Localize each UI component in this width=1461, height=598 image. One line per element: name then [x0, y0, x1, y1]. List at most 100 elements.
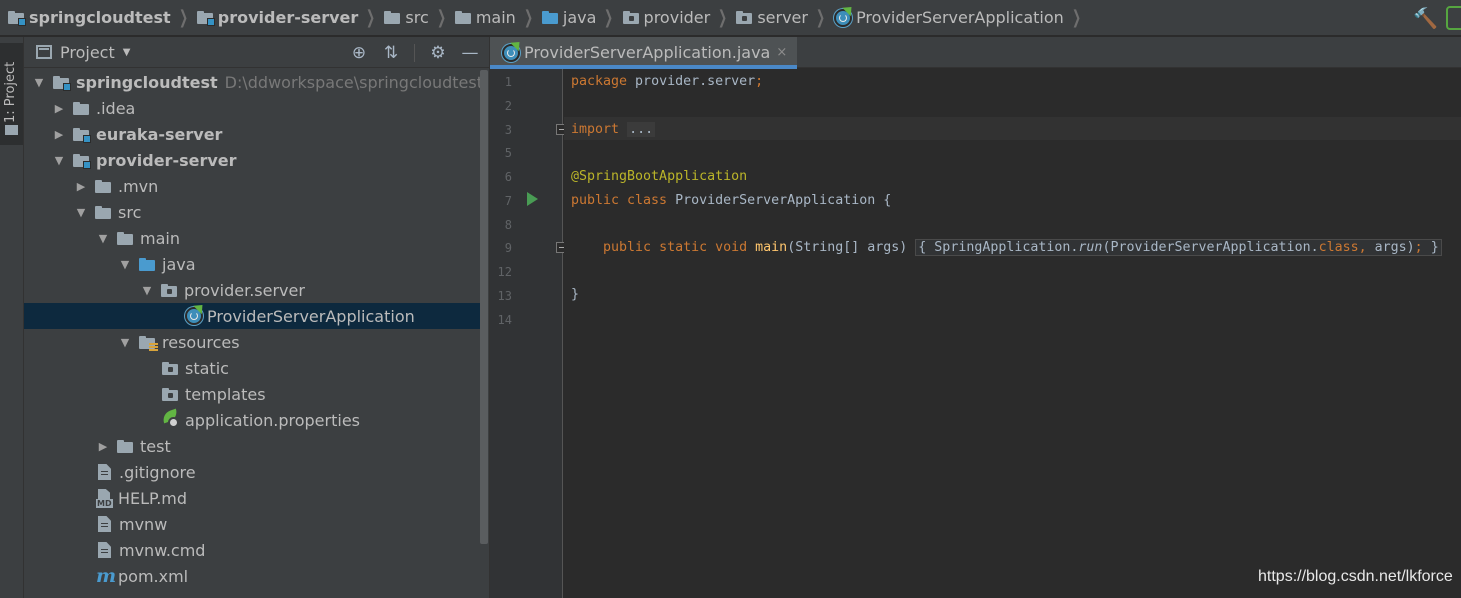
expand-arrow-icon[interactable]: ▶ [96, 440, 110, 453]
tree-item-label: mvnw [119, 514, 168, 534]
tree-item-label: java [162, 254, 196, 274]
breadcrumb-server[interactable]: server ❯ [736, 0, 834, 35]
tree-item-path: D:\ddworkspace\springcloudtest [224, 72, 483, 92]
expand-arrow-icon[interactable]: ▼ [74, 206, 88, 219]
breadcrumb-label: src [405, 8, 429, 27]
folder-icon [454, 11, 471, 24]
spring-boot-class-icon [185, 307, 203, 325]
tree-item-pom-xml[interactable]: m pom.xml [24, 563, 488, 589]
tree-item-label: provider.server [184, 280, 305, 300]
spring-properties-icon [160, 408, 182, 429]
folder-icon [95, 205, 111, 219]
expand-arrow-icon[interactable]: ▼ [52, 154, 66, 167]
code-editor[interactable]: package provider.server; import ... @Spr… [564, 69, 1461, 598]
breadcrumb-label: java [562, 8, 597, 27]
project-panel-title[interactable]: Project [60, 43, 115, 62]
tree-item-label: .mvn [118, 176, 159, 196]
breadcrumb-springcloudtest[interactable]: springcloudtest ❯ [8, 0, 197, 35]
tree-item-provider-server[interactable]: ▼ provider-server [24, 147, 488, 173]
tree-item-label: ProviderServerApplication [207, 306, 415, 326]
tree-item-main[interactable]: ▼ main [24, 225, 488, 251]
tree-item-static[interactable]: static [24, 355, 488, 381]
navigation-bar: springcloudtest ❯ provider-server ❯ src … [0, 0, 1461, 36]
module-folder-icon [196, 11, 215, 26]
tree-item-provider-server-package[interactable]: ▼ provider.server [24, 277, 488, 303]
tree-item-resources[interactable]: ▼ resources [24, 329, 488, 355]
tree-item-src[interactable]: ▼ src [24, 199, 488, 225]
close-icon[interactable]: × [776, 45, 787, 60]
hide-panel-icon[interactable]: — [461, 44, 479, 62]
locate-file-icon[interactable]: ⊕ [350, 44, 368, 62]
tree-item-label: springcloudtest [76, 72, 218, 92]
project-window-icon [36, 45, 52, 59]
line-number: 14 [497, 313, 512, 327]
tool-window-stripe: 1: Project [0, 37, 24, 598]
package-icon [161, 283, 177, 297]
breadcrumb-provider[interactable]: provider ❯ [622, 0, 737, 35]
tree-item-label: resources [162, 332, 240, 352]
breadcrumb-label: provider-server [217, 8, 359, 27]
markdown-file-icon: MD [96, 489, 114, 508]
tree-item-label: pom.xml [118, 566, 189, 586]
folder-icon [95, 179, 111, 193]
tree-item-mvnw-cmd[interactable]: mvnw.cmd [24, 537, 488, 563]
chevron-right-icon: ❯ [1071, 7, 1081, 28]
editor-tab-bar: ProviderServerApplication.java × [490, 37, 1461, 69]
expand-arrow-icon[interactable]: ▼ [96, 232, 110, 245]
folded-method-body[interactable]: { SpringApplication.run(ProviderServerAp… [915, 239, 1442, 256]
run-icon[interactable] [527, 192, 538, 206]
run-config-button[interactable] [1446, 6, 1461, 30]
breadcrumb-java[interactable]: java ❯ [541, 0, 623, 35]
tree-item-springcloudtest[interactable]: ▼ springcloudtest D:\ddworkspace\springc… [24, 69, 488, 95]
breadcrumb-src[interactable]: src ❯ [384, 0, 454, 35]
line-number: 1 [504, 75, 512, 89]
expand-arrow-icon[interactable]: ▼ [32, 76, 46, 89]
breadcrumb-providerserverapplication[interactable]: ProviderServerApplication ❯ [834, 0, 1090, 35]
breadcrumb-label: provider [643, 8, 711, 27]
gear-icon[interactable]: ⚙ [429, 44, 447, 62]
expand-arrow-icon[interactable]: ▶ [74, 180, 88, 193]
chevron-right-icon: ❯ [815, 7, 826, 28]
chevron-right-icon: ❯ [604, 7, 614, 28]
folder-icon [384, 11, 401, 24]
expand-arrow-icon[interactable]: ▼ [140, 284, 154, 297]
tree-item-application-properties[interactable]: application.properties [24, 407, 488, 433]
tree-item-test[interactable]: ▶ test [24, 433, 488, 459]
breadcrumb-main[interactable]: main ❯ [454, 0, 542, 35]
tree-item-gitignore[interactable]: .gitignore [24, 459, 488, 485]
tree-item-label: test [140, 436, 171, 456]
expand-arrow-icon[interactable]: ▶ [52, 102, 66, 115]
tree-item-label: euraka-server [96, 124, 223, 144]
code-line-6: @SpringBootApplication [571, 169, 748, 184]
tree-item-label: mvnw.cmd [119, 540, 206, 560]
chevron-right-icon: ❯ [366, 7, 376, 28]
module-folder-icon [8, 11, 26, 26]
tree-item-providerserverapplication[interactable]: ProviderServerApplication [24, 303, 488, 329]
tree-item-help-md[interactable]: MD HELP.md [24, 485, 488, 511]
line-number: 5 [504, 146, 512, 160]
collapse-all-icon[interactable]: ⇅ [382, 44, 400, 62]
spring-boot-class-icon [834, 8, 853, 27]
maven-icon: m [96, 565, 117, 587]
folded-imports[interactable]: ... [627, 122, 656, 137]
code-line-1: package provider.server; [571, 74, 764, 89]
tree-item-mvn[interactable]: ▶ .mvn [24, 173, 488, 199]
tab-providerserverapplication-java[interactable]: ProviderServerApplication.java × [490, 37, 798, 69]
tree-item-idea[interactable]: ▶ .idea [24, 95, 488, 121]
build-hammer-icon[interactable]: 🔨 [1413, 7, 1438, 29]
breadcrumb-label: springcloudtest [29, 8, 171, 27]
expand-arrow-icon[interactable]: ▼ [118, 258, 132, 271]
view-dropdown-icon[interactable]: ▼ [123, 47, 131, 58]
project-tool-window-tab[interactable]: 1: Project [0, 43, 23, 145]
expand-arrow-icon[interactable]: ▼ [118, 336, 132, 349]
tree-item-label: main [140, 228, 180, 248]
expand-arrow-icon[interactable]: ▶ [52, 128, 66, 141]
tree-item-java[interactable]: ▼ java [24, 251, 488, 277]
breadcrumb-provider-server[interactable]: provider-server ❯ [196, 0, 385, 35]
tree-item-templates[interactable]: templates [24, 381, 488, 407]
tree-item-euraka-server[interactable]: ▶ euraka-server [24, 121, 488, 147]
tree-item-mvnw[interactable]: mvnw [24, 511, 488, 537]
text-file-icon [98, 516, 111, 532]
vertical-scrollbar[interactable] [480, 70, 488, 544]
caret-row-highlight [564, 117, 1461, 140]
